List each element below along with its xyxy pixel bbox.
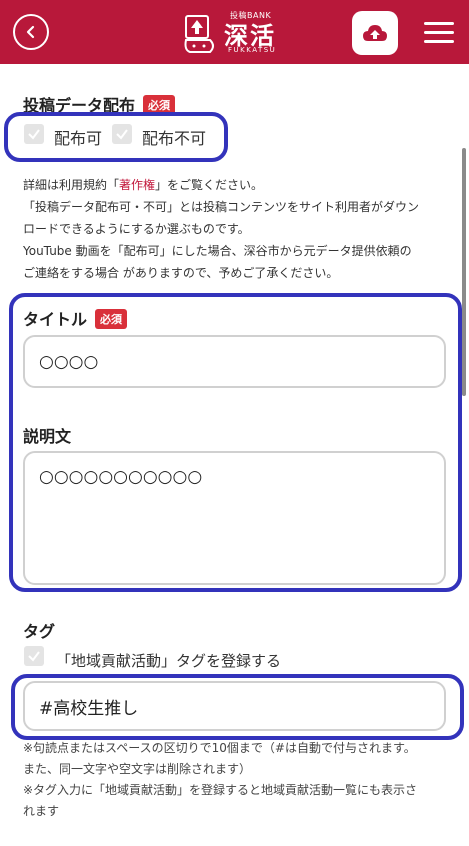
cloud-upload-icon — [363, 25, 387, 41]
check-icon — [28, 129, 40, 140]
community-tag-checkbox[interactable] — [24, 646, 44, 666]
hamburger-menu-icon[interactable] — [424, 22, 454, 44]
desc-line-2: 「投稿データ配布可・不可」とは投稿コンテンツをサイト利用者がダウン — [23, 200, 420, 214]
distribution-allow-label[interactable]: 配布可 — [54, 125, 102, 149]
distribution-allow-checkbox[interactable] — [24, 124, 44, 144]
title-label: タイトル 必須 — [23, 306, 128, 330]
distribution-label: 投稿データ配布 必須 — [23, 92, 176, 116]
desc-line-1-pre: 詳細は利用規約「 — [23, 178, 120, 192]
logo[interactable]: 投稿BANK 深活 FUKKATSU — [180, 8, 290, 56]
desc-line-4: YouTube 動画を「配布可」にした場合、深谷市から元データ提供依頼の — [23, 244, 412, 258]
tags-input[interactable]: #高校生推し — [23, 681, 446, 731]
desc-line-3: ロードできるようにするか選ぶものです。 — [23, 222, 250, 236]
check-icon — [28, 651, 40, 662]
description-label: 説明文 — [23, 423, 71, 447]
upload-button[interactable] — [352, 11, 398, 55]
tags-note-line-4: れます — [23, 804, 60, 818]
community-tag-label[interactable]: 「地域貢献活動」タグを登録する — [56, 650, 281, 671]
description-textarea-value: ○○○○○○○○○○○ — [39, 467, 203, 487]
tags-note: ※句読点またはスペースの区切りで10個まで（#は自動で付与されます。 また、同一… — [23, 738, 417, 822]
tags-label-text: タグ — [23, 622, 56, 641]
scrollbar[interactable] — [462, 148, 466, 396]
copyright-link[interactable]: 著作権 — [119, 178, 155, 192]
tags-note-line-3: ※タグ入力に「地域貢献活動」を登録すると地域貢献活動一覧にも表示さ — [23, 783, 418, 797]
title-input-value: ○○○○ — [39, 351, 99, 372]
logo-mascot-icon — [184, 15, 214, 53]
tags-note-line-1: ※句読点またはスペースの区切りで10個まで（#は自動で付与されます。 — [23, 741, 416, 755]
required-badge: 必須 — [143, 95, 176, 115]
title-label-text: タイトル — [23, 310, 88, 329]
desc-line-1-post: 」をご覧ください。 — [155, 178, 264, 192]
description-textarea[interactable]: ○○○○○○○○○○○ — [23, 451, 446, 585]
tags-note-line-2: また、同一文字や空文字は削除されます） — [23, 762, 252, 776]
desc-line-5: ご連絡をする場合 がありますので、予めご了承ください。 — [23, 266, 339, 280]
distribution-deny-checkbox[interactable] — [112, 124, 132, 144]
desc-line-1: 詳細は利用規約「著作権」をご覧ください。 — [23, 174, 453, 196]
required-badge: 必須 — [95, 309, 128, 329]
title-input[interactable]: ○○○○ — [23, 335, 446, 388]
tags-label: タグ — [23, 618, 55, 642]
distribution-deny-label[interactable]: 配布不可 — [142, 125, 206, 149]
tags-input-value: #高校生推し — [39, 698, 139, 719]
check-icon — [116, 129, 128, 140]
chevron-left-icon — [26, 25, 35, 39]
back-button[interactable] — [13, 14, 49, 50]
logo-sub-text: FUKKATSU — [228, 46, 277, 54]
description-label-text: 説明文 — [23, 427, 72, 446]
distribution-description: 詳細は利用規約「著作権」をご覧ください。 「投稿データ配布可・不可」とは投稿コン… — [23, 174, 453, 284]
distribution-label-text: 投稿データ配布 — [23, 96, 136, 115]
app-header: 投稿BANK 深活 FUKKATSU — [0, 0, 469, 64]
